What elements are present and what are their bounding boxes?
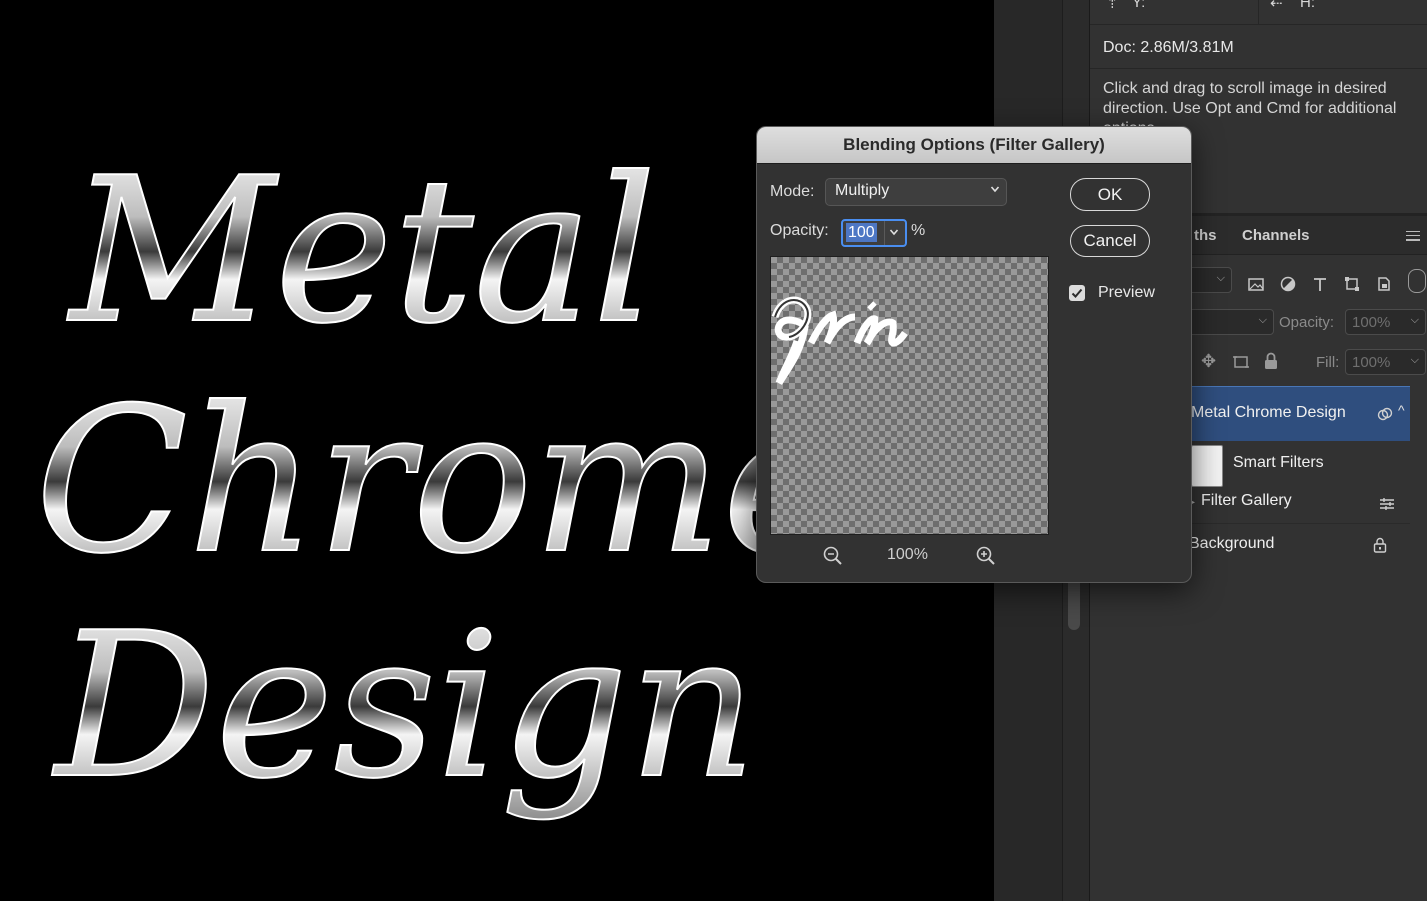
opacity-label: Opacity: <box>770 222 829 239</box>
opacity-value[interactable]: 100 <box>846 223 877 242</box>
layer-name: Background <box>1189 535 1275 552</box>
panel-menu-icon[interactable] <box>1406 228 1420 243</box>
doc-size: Doc: 2.86M/3.81M <box>1103 39 1234 56</box>
blending-options-dialog: Blending Options (Filter Gallery) Mode: … <box>756 126 1192 583</box>
layer-opacity-value: 100% <box>1352 314 1391 331</box>
layer-name: Smart Filters <box>1233 454 1324 471</box>
chevron-down-icon[interactable] <box>889 227 899 237</box>
layer-opacity-field[interactable]: 100% ⌵ <box>1345 309 1426 335</box>
canvas-text-line-1: Metal <box>66 135 657 368</box>
dialog-title[interactable]: Blending Options (Filter Gallery) <box>757 127 1191 164</box>
y-icon: ⇡ <box>1106 0 1119 12</box>
canvas-text-line-3: Design <box>51 590 757 823</box>
smart-object-link-icon <box>1377 407 1393 421</box>
preview-artwork <box>771 296 908 385</box>
checkbox-icon <box>1071 288 1083 298</box>
blend-mode-select[interactable]: ⌵ <box>1186 309 1274 335</box>
mode-label: Mode: <box>770 183 815 200</box>
chevron-down-icon <box>990 186 1000 193</box>
filter-mask-thumbnail <box>1191 445 1223 487</box>
preview-checkbox[interactable] <box>1069 285 1085 301</box>
filter-toggle-switch[interactable] <box>1408 269 1426 293</box>
info-coordinates-row: ⇡ Y: ⇠ H: <box>1090 0 1427 25</box>
tab-channels[interactable]: Channels <box>1242 227 1310 244</box>
smart-object-filter-icon[interactable] <box>1375 275 1393 293</box>
layer-name: Metal Chrome Design <box>1191 404 1346 421</box>
preview-label[interactable]: Preview <box>1098 284 1155 302</box>
collapse-chevron-icon[interactable]: ^ <box>1398 402 1405 418</box>
layer-fill-value: 100% <box>1352 354 1391 371</box>
cancel-button[interactable]: Cancel <box>1070 225 1150 257</box>
type-filter-icon[interactable] <box>1311 275 1329 293</box>
layer-name: Filter Gallery <box>1201 492 1292 509</box>
filter-preview[interactable] <box>770 256 1049 535</box>
layer-fill-field[interactable]: 100% ⌵ <box>1345 349 1426 375</box>
zoom-out-icon[interactable] <box>822 545 844 567</box>
fill-label: Fill: <box>1316 354 1340 371</box>
opacity-input[interactable]: 100 <box>841 219 907 247</box>
y-label: Y: <box>1132 0 1146 11</box>
opacity-label: Opacity: <box>1279 314 1335 331</box>
preview-zoom-value: 100% <box>887 546 928 563</box>
tab-paths[interactable]: ths <box>1194 227 1217 244</box>
mode-select[interactable]: Multiply <box>825 178 1007 206</box>
canvas-text-line-2: Chrome <box>35 365 841 598</box>
filter-options-icon[interactable] <box>1378 496 1396 512</box>
h-icon: ⇠ <box>1270 0 1283 12</box>
opacity-unit: % <box>911 222 926 239</box>
ok-button[interactable]: OK <box>1070 178 1150 211</box>
layer-filter-kind-select[interactable]: ⌵ <box>1186 267 1232 293</box>
lock-artboard-icon[interactable] <box>1232 353 1250 371</box>
lock-position-icon[interactable]: ✥ <box>1201 351 1216 372</box>
h-label: H: <box>1300 0 1315 11</box>
image-filter-icon[interactable] <box>1247 275 1265 293</box>
shape-filter-icon[interactable] <box>1343 275 1361 293</box>
lock-all-icon[interactable] <box>1263 352 1279 370</box>
adjustment-filter-icon[interactable] <box>1279 275 1297 293</box>
lock-icon <box>1373 537 1387 553</box>
zoom-in-icon[interactable] <box>975 545 997 567</box>
mode-value: Multiply <box>835 182 890 199</box>
